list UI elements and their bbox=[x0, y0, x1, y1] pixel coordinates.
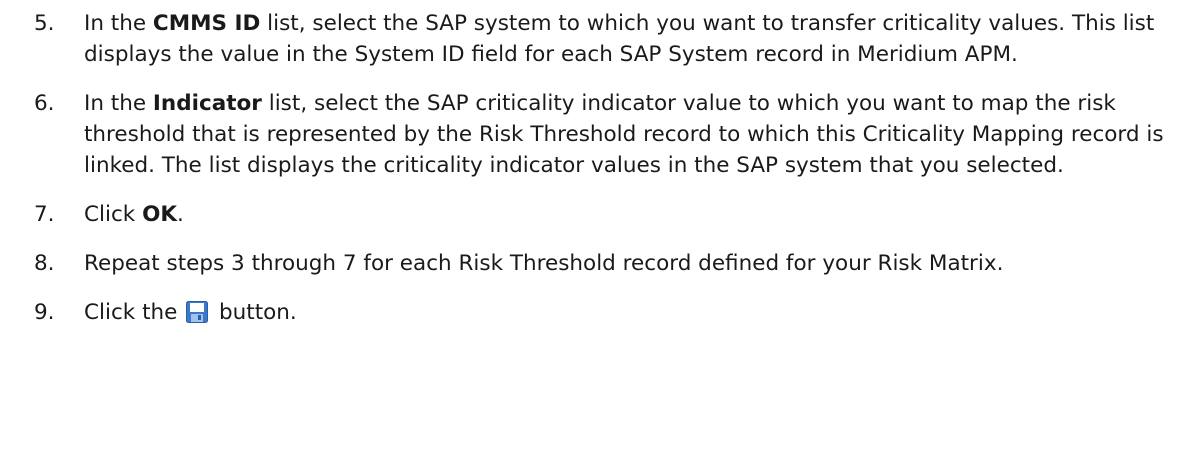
step-5: 5. In the CMMS ID list, select the SAP s… bbox=[30, 8, 1166, 70]
ui-term-ok: OK bbox=[142, 202, 178, 227]
ui-term-indicator: Indicator bbox=[152, 91, 262, 116]
step-text: Repeat steps 3 through 7 for each Risk T… bbox=[84, 251, 1004, 276]
step-8: 8. Repeat steps 3 through 7 for each Ris… bbox=[30, 248, 1166, 279]
step-text: In the Indicator list, select the SAP cr… bbox=[84, 88, 1166, 181]
step-number: 9. bbox=[34, 300, 55, 325]
step-6: 6. In the Indicator list, select the SAP… bbox=[30, 88, 1166, 181]
step-text: In the CMMS ID list, select the SAP syst… bbox=[84, 8, 1166, 70]
step-text-pre: Click the bbox=[84, 300, 185, 325]
step-9: 9. Click the button. bbox=[30, 297, 1166, 328]
ui-term-cmms-id: CMMS ID bbox=[152, 11, 261, 36]
step-text-post: . bbox=[177, 202, 184, 227]
step-text-pre: In the bbox=[84, 91, 153, 116]
step-text-pre: Click bbox=[84, 202, 143, 227]
step-7: 7. Click OK. bbox=[30, 199, 1166, 230]
step-text-pre: In the bbox=[84, 11, 153, 36]
step-number: 8. bbox=[34, 251, 55, 276]
step-text-post: button. bbox=[212, 300, 297, 325]
procedure-steps: 5. In the CMMS ID list, select the SAP s… bbox=[0, 0, 1196, 328]
step-text: Click the button. bbox=[84, 297, 1166, 328]
step-number: 7. bbox=[34, 202, 55, 227]
step-number: 5. bbox=[34, 11, 55, 36]
step-number: 6. bbox=[34, 91, 55, 116]
save-icon[interactable] bbox=[186, 301, 209, 323]
step-text: Click OK. bbox=[84, 199, 1166, 230]
